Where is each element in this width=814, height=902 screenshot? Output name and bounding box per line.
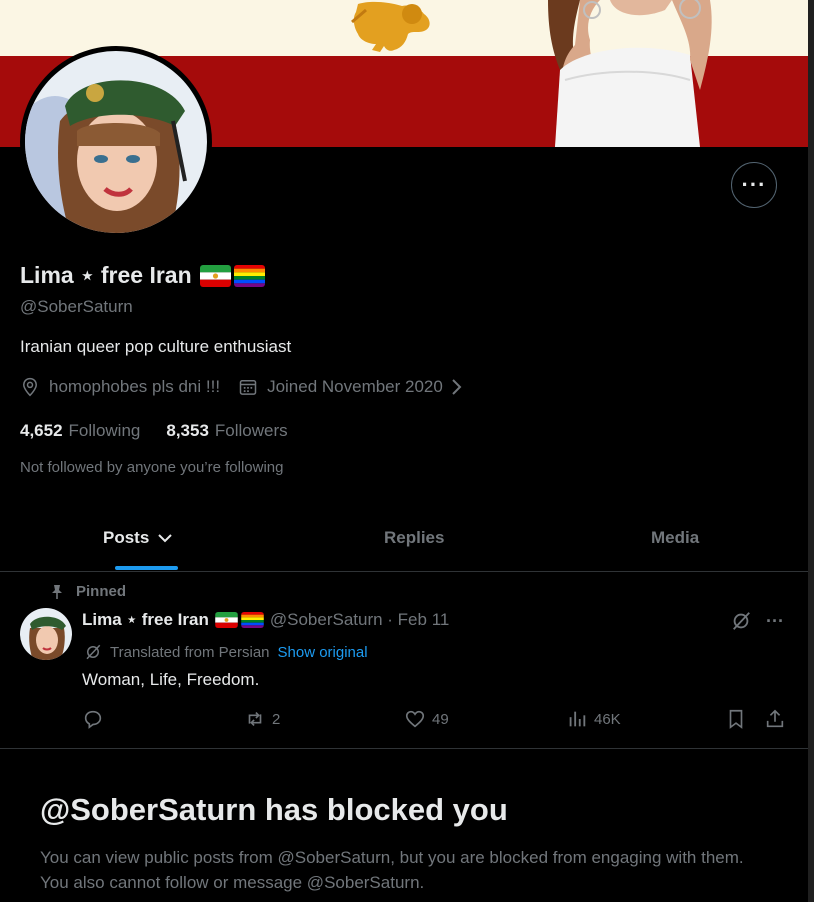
post-actions: 2 49 46K (82, 708, 802, 736)
pin-icon (52, 584, 62, 599)
share-button[interactable] (764, 708, 786, 730)
chevron-down-icon (158, 534, 173, 543)
share-icon (766, 709, 784, 728)
tab-posts[interactable]: Posts (103, 528, 173, 548)
post-header: Lima ⋆ free Iran @SoberSaturn · Feb 11 (82, 610, 449, 630)
views-count: 46K (594, 710, 621, 728)
profile-avatar[interactable] (20, 46, 212, 238)
more-dots-icon: ··· (741, 172, 767, 197)
following-link[interactable]: 4,652 Following (20, 421, 140, 441)
more-options-button[interactable]: ··· (731, 162, 777, 208)
repost-button[interactable]: 2 (244, 708, 280, 730)
iran-lion-sun-flag-icon (215, 612, 238, 628)
views-button[interactable]: 46K (566, 708, 621, 730)
post-avatar-image (20, 608, 72, 660)
reply-button[interactable] (82, 708, 104, 730)
profile-handle: @SoberSaturn (20, 297, 133, 316)
tab-media[interactable]: Media (651, 528, 699, 548)
profile-meta: homophobes pls dni !!! Joined November 2… (20, 377, 465, 397)
repost-icon (248, 711, 262, 727)
views-chart-icon (569, 711, 586, 727)
post-text: Woman, Life, Freedom. (82, 670, 260, 689)
location-icon (22, 377, 38, 397)
name-flags (199, 264, 265, 287)
like-count: 49 (432, 710, 449, 728)
profile-location: homophobes pls dni !!! (49, 377, 221, 396)
profile-column: ··· Lima ⋆ free Iran @SoberSaturn Irania… (0, 0, 808, 902)
rainbow-flag-icon (233, 264, 265, 287)
post-avatar[interactable] (20, 608, 72, 660)
repost-count: 2 (272, 710, 281, 728)
reply-icon (84, 710, 102, 729)
profile-bio: Iranian queer pop culture enthusiast (20, 337, 292, 356)
profile-display-name: Lima ⋆ free Iran (20, 262, 265, 289)
scrollbar[interactable] (808, 0, 814, 902)
rainbow-flag-icon (241, 612, 264, 628)
grok-icon[interactable] (730, 610, 752, 632)
show-original-link[interactable]: Show original (278, 644, 368, 661)
post-author-meta[interactable]: @SoberSaturn · Feb 11 (270, 610, 449, 630)
iran-lion-sun-flag-icon (199, 264, 231, 287)
tab-replies[interactable]: Replies (384, 528, 444, 548)
followers-link[interactable]: 8,353 Followers (166, 421, 287, 441)
calendar-icon (239, 380, 257, 395)
like-button[interactable]: 49 (404, 708, 449, 730)
profile-tabs: Posts Replies Media (0, 510, 808, 572)
not-followed-notice: Not followed by anyone you’re following (20, 459, 284, 476)
post-header-icons: ··· (730, 610, 784, 632)
post-author-flags (215, 612, 264, 628)
chevron-right-icon[interactable] (449, 377, 465, 397)
profile-joined: Joined November 2020 (267, 377, 443, 396)
translation-notice: Translated from Persian Show original (84, 643, 368, 661)
post-author-name[interactable]: Lima ⋆ free Iran (82, 610, 209, 630)
translate-icon (86, 644, 101, 660)
profile-stats: 4,652 Following 8,353 Followers (20, 421, 288, 441)
heart-icon (405, 710, 425, 728)
blocked-title: @SoberSaturn has blocked you (40, 792, 508, 827)
post-more-icon[interactable]: ··· (766, 611, 784, 632)
blocked-description: You can view public posts from @SoberSat… (40, 848, 744, 892)
bookmark-icon (729, 709, 743, 729)
avatar-image (25, 51, 207, 233)
post-divider (0, 748, 808, 749)
bookmark-button[interactable] (725, 708, 747, 730)
pinned-label: Pinned (50, 583, 126, 600)
active-tab-indicator (115, 566, 178, 570)
